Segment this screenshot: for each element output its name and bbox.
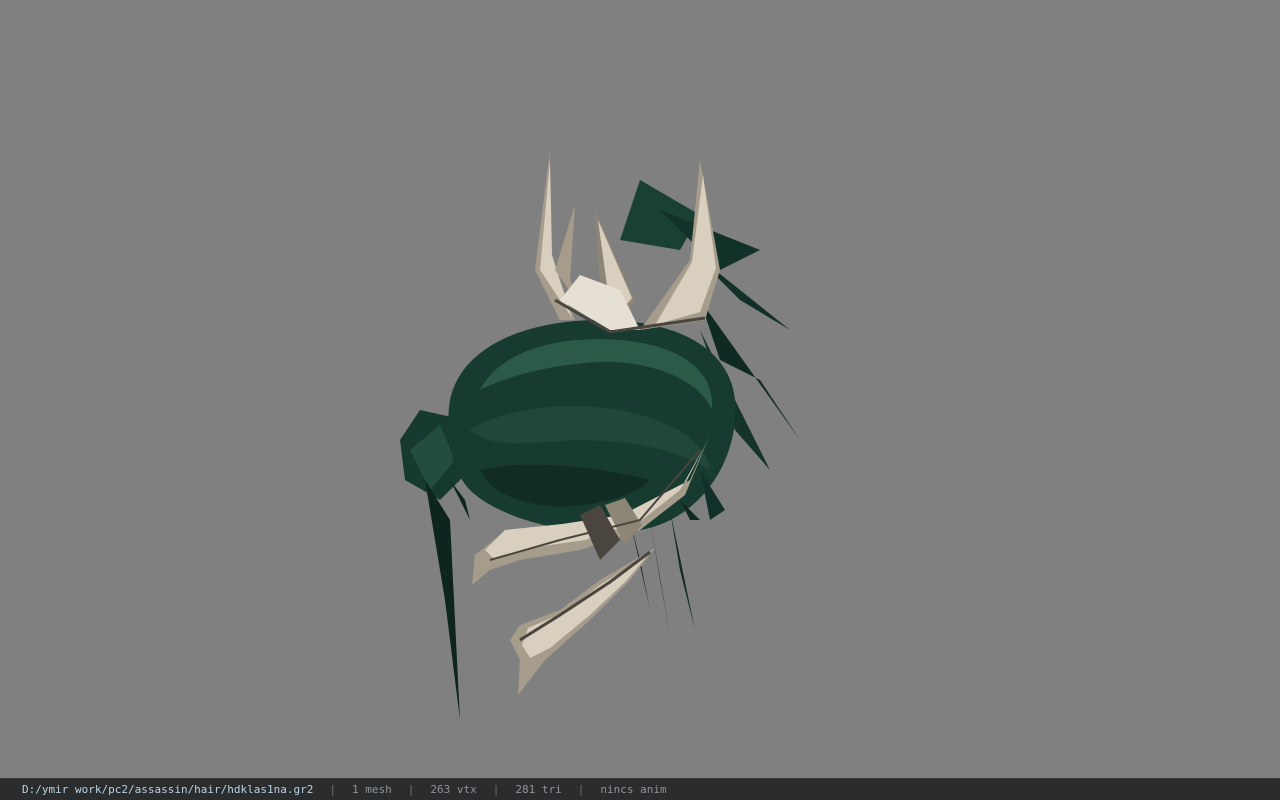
status-separator: | xyxy=(492,783,500,796)
file-path-text: D:/ymir work/pc2/assassin/hair/hdklas1na… xyxy=(22,783,314,796)
mesh-count-text: 1 mesh xyxy=(352,783,392,796)
triangle-count-text: 281 tri xyxy=(515,783,562,796)
status-separator: | xyxy=(407,783,415,796)
3d-viewport[interactable] xyxy=(0,0,1280,778)
status-bar: D:/ymir work/pc2/assassin/hair/hdklas1na… xyxy=(0,778,1280,800)
status-separator: | xyxy=(577,783,585,796)
status-separator: | xyxy=(329,783,337,796)
model-render xyxy=(400,150,800,720)
vertex-count-text: 263 vtx xyxy=(430,783,477,796)
anim-status-text: nincs anim xyxy=(600,783,667,796)
